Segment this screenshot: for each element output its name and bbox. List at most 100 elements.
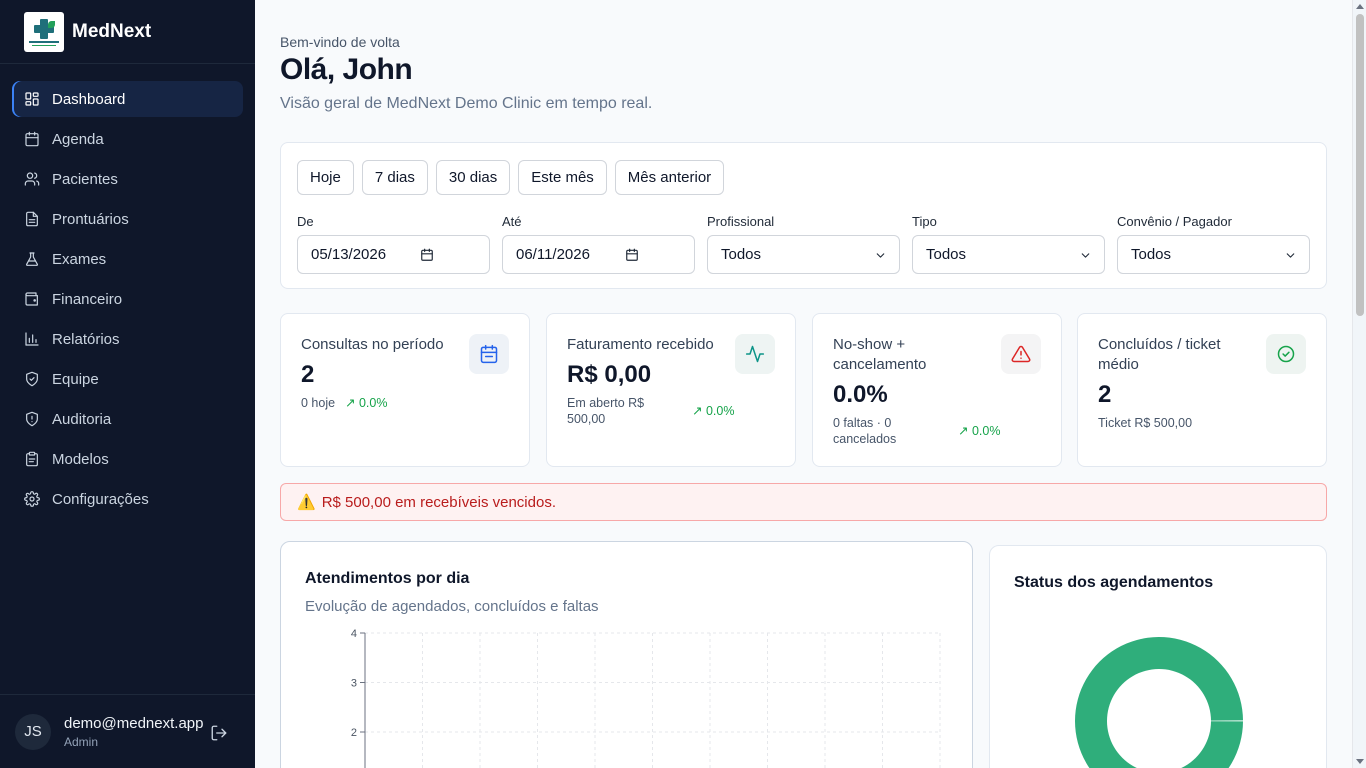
calendar-picker-icon[interactable] <box>625 248 639 262</box>
sidebar-item-modelos[interactable]: Modelos <box>12 441 243 477</box>
flask-icon <box>24 251 40 267</box>
y-axis-tick-label: 3 <box>351 678 357 690</box>
sidebar-item-label: Relatórios <box>52 330 120 348</box>
sidebar-item-pacientes[interactable]: Pacientes <box>12 161 243 197</box>
calendar-icon <box>469 334 509 374</box>
sidebar-item-relatorios[interactable]: Relatórios <box>12 321 243 357</box>
page-scrollbar[interactable] <box>1352 0 1366 768</box>
kpi-delta: ↗ 0.0% <box>345 396 388 410</box>
payer-value: Todos <box>1131 246 1172 263</box>
sidebar-item-label: Equipe <box>52 370 99 388</box>
date-presets: Hoje 7 dias 30 dias Este mês Mês anterio… <box>297 160 725 195</box>
sidebar-item-label: Configurações <box>52 490 149 508</box>
kpi-title: Consultas no período <box>301 336 444 353</box>
daily-appointments-card: Atendimentos por dia Evolução de agendad… <box>280 541 973 768</box>
y-axis-tick-label: 2 <box>351 727 357 739</box>
kpi-sub: 0 faltas · 0 cancelados <box>833 416 897 446</box>
sidebar-nav: Dashboard Agenda Pacientes Prontuários E… <box>0 64 255 517</box>
user-info: demo@mednext.app Admin <box>64 715 203 749</box>
kpi-delta: ↗ 0.0% <box>958 424 1001 438</box>
calendar-picker-icon[interactable] <box>420 248 434 262</box>
sidebar-item-configuracoes[interactable]: Configurações <box>12 481 243 517</box>
alert-text: R$ 500,00 em recebíveis vencidos. <box>321 493 556 511</box>
sidebar-item-label: Exames <box>52 250 107 268</box>
from-date-label: De <box>297 214 314 229</box>
payer-label: Convênio / Pagador <box>1117 214 1232 229</box>
kpi-card-no-show: No-show + cancelamento 0.0% 0 faltas · 0… <box>812 313 1062 467</box>
type-label: Tipo <box>912 214 937 229</box>
from-date-value: 05/13/2026 <box>311 246 387 263</box>
sidebar-item-label: Pacientes <box>52 170 118 188</box>
user-email: demo@mednext.app <box>64 714 204 732</box>
sidebar-item-agenda[interactable]: Agenda <box>12 121 243 157</box>
kpi-card-concluidos: Concluídos / ticket médio 2 Ticket R$ 50… <box>1077 313 1327 467</box>
sidebar-item-label: Agenda <box>52 130 104 148</box>
sidebar-item-label: Dashboard <box>52 90 126 108</box>
dashboard-grid-icon <box>24 91 40 107</box>
activity-icon <box>735 334 775 374</box>
to-date-label: Até <box>502 214 522 229</box>
bar-chart-icon <box>24 331 40 347</box>
kpi-value: 0.0% <box>833 381 888 408</box>
welcome-text: Bem-vindo de volta <box>280 34 400 50</box>
warning-icon: ⚠️ <box>297 494 316 511</box>
to-date-value: 06/11/2026 <box>516 246 590 263</box>
page-subtitle: Visão geral de MedNext Demo Clinic em te… <box>280 95 653 112</box>
user-panel: JS demo@mednext.app Admin <box>0 694 255 768</box>
professional-value: Todos <box>721 246 762 263</box>
sidebar-item-auditoria[interactable]: Auditoria <box>12 401 243 437</box>
filters-panel: Hoje 7 dias 30 dias Este mês Mês anterio… <box>280 142 1327 289</box>
alert-triangle-icon <box>1001 334 1041 374</box>
shield-check-icon <box>24 371 40 387</box>
type-select[interactable]: Todos <box>912 235 1105 274</box>
donut-slice[interactable] <box>1075 637 1243 768</box>
kpi-delta: ↗ 0.0% <box>692 404 735 418</box>
preset-este-mes-button[interactable]: Este mês <box>518 160 607 195</box>
page-title: Olá, John <box>280 53 413 86</box>
kpi-value: 2 <box>1098 381 1112 408</box>
from-date-input[interactable]: 05/13/2026 <box>297 235 490 274</box>
kpi-title: Concluídos / ticket médio <box>1098 336 1221 373</box>
to-date-input[interactable]: 06/11/2026 <box>502 235 695 274</box>
scroll-up-arrow[interactable] <box>1356 4 1364 9</box>
preset-30-dias-button[interactable]: 30 dias <box>435 160 511 195</box>
appointments-status-card: Status dos agendamentos <box>989 545 1327 768</box>
sidebar-item-financeiro[interactable]: Financeiro <box>12 281 243 317</box>
check-circle-icon <box>1266 334 1306 374</box>
calendar-icon <box>24 131 40 147</box>
sidebar-item-prontuarios[interactable]: Prontuários <box>12 201 243 237</box>
avatar: JS <box>15 713 51 750</box>
sidebar-item-exames[interactable]: Exames <box>12 241 243 277</box>
preset-7-dias-button[interactable]: 7 dias <box>361 160 428 195</box>
scroll-down-arrow[interactable] <box>1356 759 1364 764</box>
chevron-down-icon <box>1079 249 1092 262</box>
kpi-value: 2 <box>301 361 315 388</box>
kpi-card-consultas: Consultas no período 2 0 hoje ↗ 0.0% <box>280 313 530 467</box>
type-field: Tipo Todos <box>912 214 1105 274</box>
chevron-down-icon <box>874 249 887 262</box>
sidebar-item-dashboard[interactable]: Dashboard <box>12 81 243 117</box>
professional-field: Profissional Todos <box>707 214 900 274</box>
sidebar-item-equipe[interactable]: Equipe <box>12 361 243 397</box>
sidebar-item-label: Prontuários <box>52 210 129 228</box>
preset-mes-anterior-button[interactable]: Mês anterior <box>614 160 725 195</box>
kpi-card-faturamento: Faturamento recebido R$ 0,00 Em aberto R… <box>546 313 796 467</box>
wallet-icon <box>24 291 40 307</box>
brand: MedNext <box>0 0 255 64</box>
payer-select[interactable]: Todos <box>1117 235 1310 274</box>
logout-icon[interactable] <box>210 724 228 742</box>
professional-select[interactable]: Todos <box>707 235 900 274</box>
sidebar: MedNext Dashboard Agenda Pacientes Pront… <box>0 0 255 768</box>
mednext-logo-icon <box>24 11 64 52</box>
main-content: Bem-vindo de volta Olá, John Visão geral… <box>255 0 1352 768</box>
clipboard-icon <box>24 451 40 467</box>
scroll-thumb[interactable] <box>1356 14 1364 316</box>
to-date-field: Até 06/11/2026 <box>502 214 695 274</box>
y-axis-tick-label: 4 <box>351 628 357 640</box>
preset-hoje-button[interactable]: Hoje <box>297 160 354 195</box>
file-text-icon <box>24 211 40 227</box>
type-value: Todos <box>926 246 967 263</box>
from-date-field: De 05/13/2026 <box>297 214 490 274</box>
chevron-down-icon <box>1284 249 1297 262</box>
user-role: Admin <box>64 734 99 749</box>
